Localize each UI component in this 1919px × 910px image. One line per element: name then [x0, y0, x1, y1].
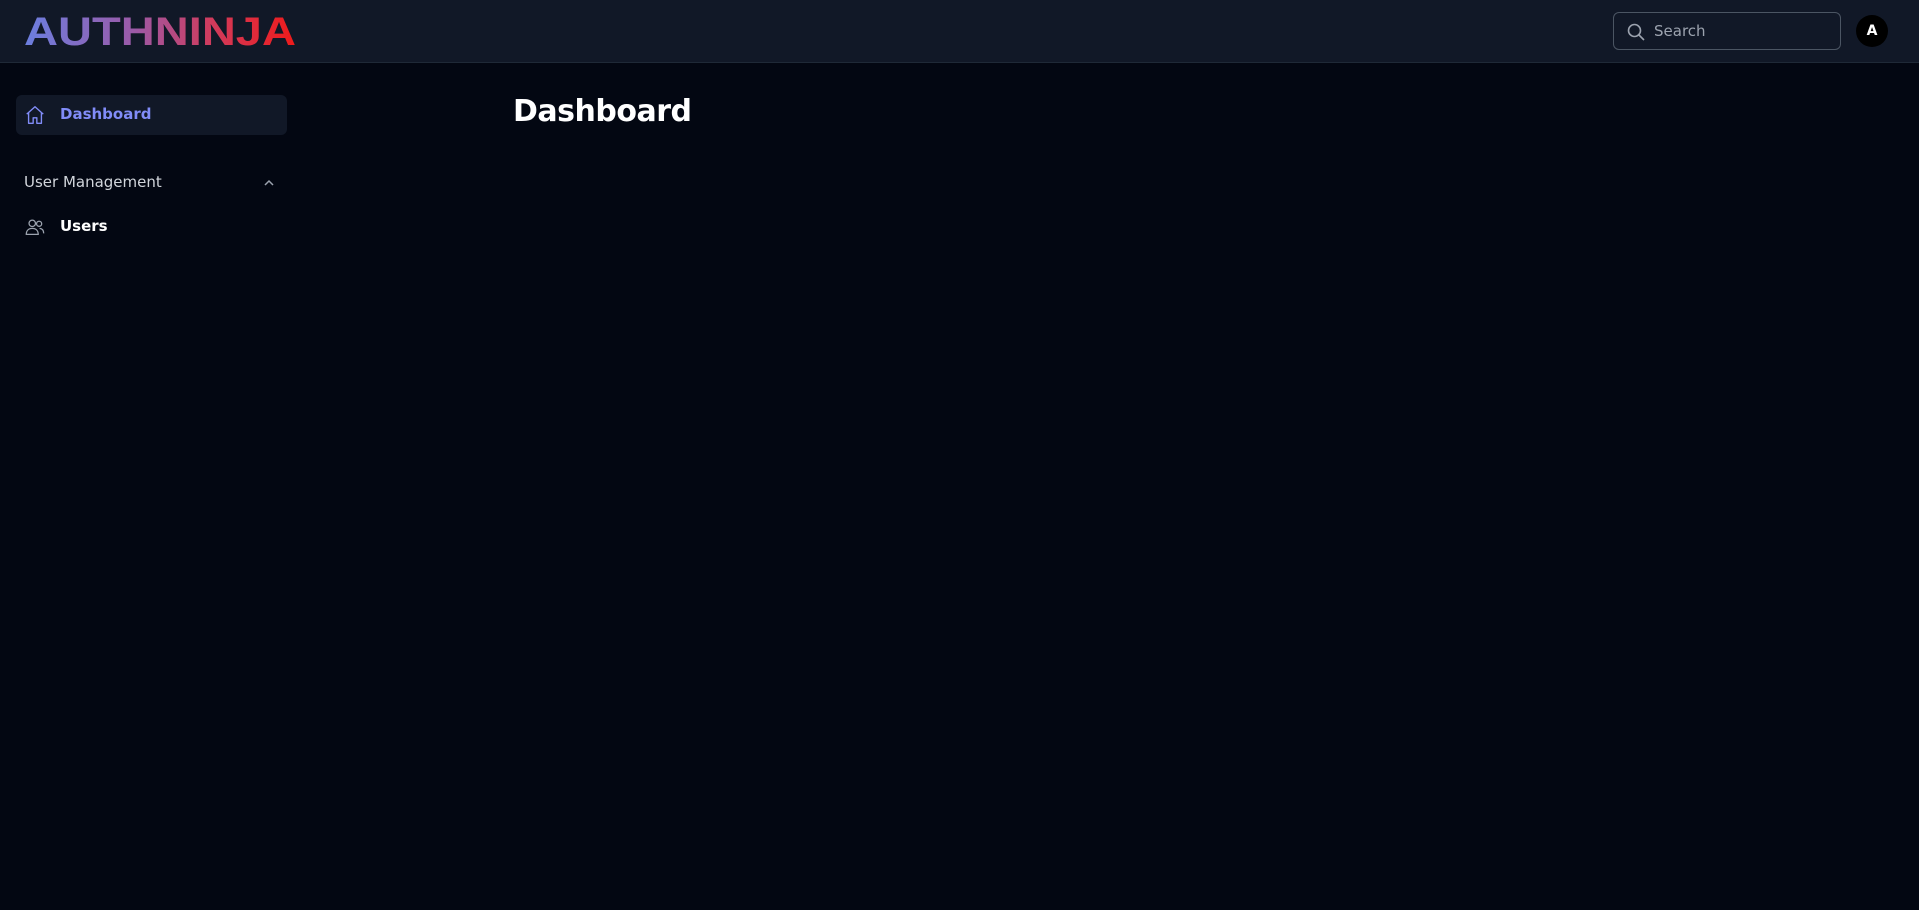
authninja-logo[interactable]: AUTHNINJA [24, 13, 296, 49]
page-title: Dashboard [513, 94, 692, 129]
sidebar-item-users[interactable]: Users [16, 207, 287, 247]
search-icon [1627, 23, 1645, 41]
logo-text: AUTHNINJA [24, 13, 296, 49]
home-icon [26, 106, 44, 124]
sidebar-item-label: Dashboard [60, 105, 152, 123]
sidebar-item-label: Users [60, 217, 108, 235]
avatar[interactable]: A [1856, 15, 1888, 47]
users-icon [25, 219, 45, 235]
search-input[interactable] [1654, 13, 1834, 49]
chevron-up-icon [264, 179, 274, 186]
sidebar-group-label: User Management [24, 173, 162, 191]
sidebar-group-user-management[interactable]: User Management [16, 163, 287, 203]
sidebar-item-dashboard[interactable]: Dashboard [16, 95, 287, 135]
search-box[interactable] [1613, 12, 1841, 50]
top-navbar: AUTHNINJA A [0, 0, 1919, 63]
